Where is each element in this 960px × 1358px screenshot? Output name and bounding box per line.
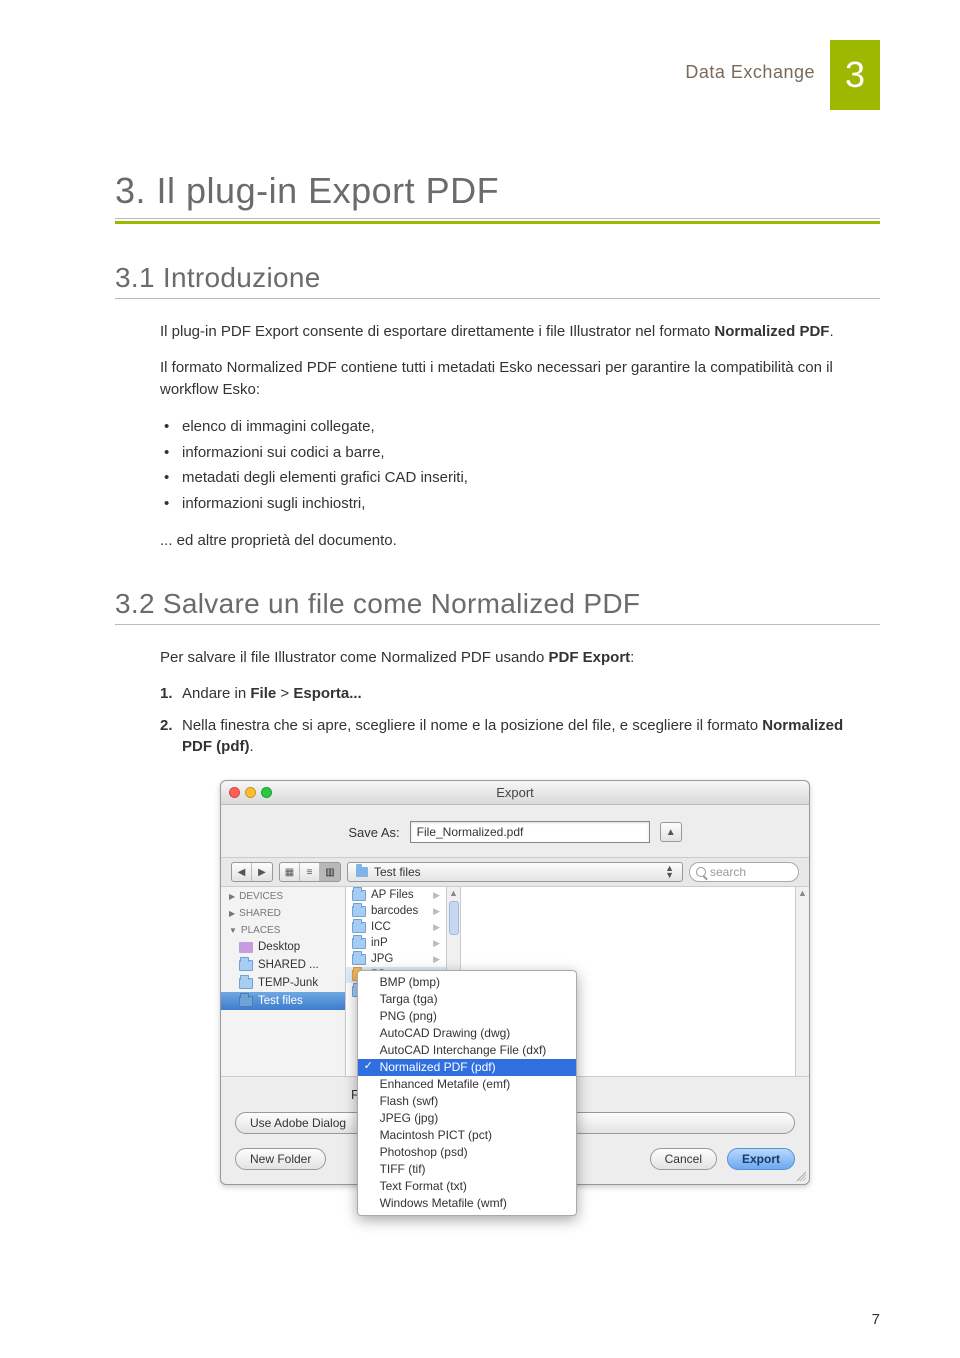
format-option[interactable]: AutoCAD Drawing (dwg) <box>358 1025 576 1042</box>
text: > <box>276 685 293 702</box>
text-bold: Normalized PDF <box>714 323 829 340</box>
format-option[interactable]: Enhanced Metafile (emf) <box>358 1076 576 1093</box>
paragraph: Il plug-in PDF Export consente di esport… <box>160 321 870 343</box>
bullet-item: informazioni sui codici a barre, <box>160 440 870 466</box>
text: Il plug-in PDF Export consente di esport… <box>160 323 714 340</box>
text-bold: PDF Export <box>548 649 630 666</box>
step-2: 2. Nella finestra che si apre, scegliere… <box>160 715 870 759</box>
format-option[interactable]: Windows Metafile (wmf) <box>358 1195 576 1212</box>
bullet-item: informazioni sugli inchiostri, <box>160 491 870 517</box>
format-option[interactable]: Flash (swf) <box>358 1093 576 1110</box>
heading-1: 3. Il plug-in Export PDF <box>115 170 880 212</box>
list-item[interactable]: JPG▶ <box>346 951 446 967</box>
text-bold: Esporta... <box>293 685 361 702</box>
new-folder-button[interactable]: New Folder <box>235 1148 326 1170</box>
dialog-titlebar: Export <box>221 781 809 805</box>
format-option[interactable]: TIFF (tif) <box>358 1161 576 1178</box>
sidebar-item[interactable]: Desktop <box>221 938 345 956</box>
updown-icon: ▲▼ <box>665 865 674 879</box>
view-mode-buttons[interactable]: ▦ ≡ ▥ <box>279 862 341 882</box>
text: . <box>829 323 833 340</box>
folder-icon <box>352 938 366 949</box>
sidebar: ▶DEVICES ▶SHARED ▼PLACES Desktop SHARED … <box>221 887 346 1076</box>
saveas-label: Save As: <box>348 825 399 840</box>
folder-icon <box>239 996 253 1007</box>
text: Nella finestra che si apre, scegliere il… <box>182 717 762 734</box>
sidebar-item-selected[interactable]: Test files <box>221 992 345 1010</box>
sidebar-section-places[interactable]: ▼PLACES <box>221 921 345 938</box>
text-bold: File <box>250 685 276 702</box>
folder-icon <box>239 978 253 989</box>
forward-icon[interactable]: ▶ <box>252 863 272 881</box>
search-placeholder: search <box>710 865 746 879</box>
path-folder-name: Test files <box>374 865 421 879</box>
heading-2-rule <box>115 298 880 299</box>
sidebar-section-shared[interactable]: ▶SHARED <box>221 904 345 921</box>
format-row: Forma BMP (bmp) Targa (tga) PNG (png) Au… <box>221 1077 809 1112</box>
format-option[interactable]: Macintosh PICT (pct) <box>358 1127 576 1144</box>
format-option[interactable]: Targa (tga) <box>358 991 576 1008</box>
chapter-badge: 3 <box>830 40 880 110</box>
text: Per salvare il file Illustrator come Nor… <box>160 649 548 666</box>
paragraph: ... ed altre proprietà del documento. <box>160 530 870 552</box>
format-option-selected[interactable]: Normalized PDF (pdf) <box>358 1059 576 1076</box>
sidebar-item[interactable]: TEMP-Junk <box>221 974 345 992</box>
paragraph: Per salvare il file Illustrator come Nor… <box>160 647 870 669</box>
bullet-item: elenco di immagini collegate, <box>160 414 870 440</box>
bullet-list: elenco di immagini collegate, informazio… <box>160 414 870 516</box>
back-forward-buttons[interactable]: ◀ ▶ <box>231 862 273 882</box>
folder-icon <box>352 922 366 933</box>
folder-icon <box>356 867 368 877</box>
list-view-icon[interactable]: ≡ <box>300 863 320 881</box>
heading-2-intro: 3.1 Introduzione <box>115 262 880 294</box>
sidebar-section-devices[interactable]: ▶DEVICES <box>221 887 345 904</box>
folder-icon <box>352 906 366 917</box>
page-number: 7 <box>872 1311 880 1328</box>
doc-title: Data Exchange <box>685 40 815 83</box>
format-option[interactable]: PNG (png) <box>358 1008 576 1025</box>
export-button[interactable]: Export <box>727 1148 795 1170</box>
list-item[interactable]: AP Files▶ <box>346 887 446 903</box>
expand-button[interactable]: ▲ <box>660 822 682 842</box>
dialog-title: Export <box>221 785 809 800</box>
export-dialog: Export Save As: File_Normalized.pdf ▲ ◀ … <box>220 780 810 1185</box>
format-option[interactable]: BMP (bmp) <box>358 974 576 991</box>
nav-toolbar: ◀ ▶ ▦ ≡ ▥ Test files ▲▼ <box>221 857 809 887</box>
format-option[interactable]: JPEG (jpg) <box>358 1110 576 1127</box>
list-item[interactable]: barcodes▶ <box>346 903 446 919</box>
text: . <box>249 738 253 755</box>
folder-icon <box>352 890 366 901</box>
list-item[interactable]: ICC▶ <box>346 919 446 935</box>
desktop-icon <box>239 942 253 953</box>
format-option[interactable]: Text Format (txt) <box>358 1178 576 1195</box>
search-input[interactable]: search <box>689 862 799 882</box>
folder-icon <box>352 954 366 965</box>
list-item[interactable]: inP▶ <box>346 935 446 951</box>
sidebar-item[interactable]: SHARED ... <box>221 956 345 974</box>
column-view-icon[interactable]: ▥ <box>320 863 340 881</box>
icon-view-icon[interactable]: ▦ <box>280 863 300 881</box>
heading-1-rule <box>115 218 880 224</box>
step-1: 1. Andare in File > Esporta... <box>160 683 870 705</box>
path-popup[interactable]: Test files ▲▼ <box>347 862 683 882</box>
scroll-thumb[interactable] <box>449 901 459 935</box>
scrollbar[interactable]: ▲ <box>795 887 809 1076</box>
page-header: Data Exchange 3 <box>115 40 880 110</box>
format-option[interactable]: Photoshop (psd) <box>358 1144 576 1161</box>
cancel-button[interactable]: Cancel <box>650 1148 717 1170</box>
heading-2-save: 3.2 Salvare un file come Normalized PDF <box>115 588 880 620</box>
resize-grip-icon[interactable] <box>794 1169 806 1181</box>
text: : <box>630 649 634 666</box>
format-dropdown-menu[interactable]: BMP (bmp) Targa (tga) PNG (png) AutoCAD … <box>357 970 577 1216</box>
heading-2-rule <box>115 624 880 625</box>
saveas-value: File_Normalized.pdf <box>417 825 524 839</box>
bullet-item: metadati degli elementi grafici CAD inse… <box>160 465 870 491</box>
back-icon[interactable]: ◀ <box>232 863 252 881</box>
paragraph: Il formato Normalized PDF contiene tutti… <box>160 357 870 401</box>
text: Andare in <box>182 685 250 702</box>
format-option[interactable]: AutoCAD Interchange File (dxf) <box>358 1042 576 1059</box>
folder-icon <box>239 960 253 971</box>
search-icon <box>696 867 706 877</box>
saveas-input[interactable]: File_Normalized.pdf <box>410 821 650 843</box>
